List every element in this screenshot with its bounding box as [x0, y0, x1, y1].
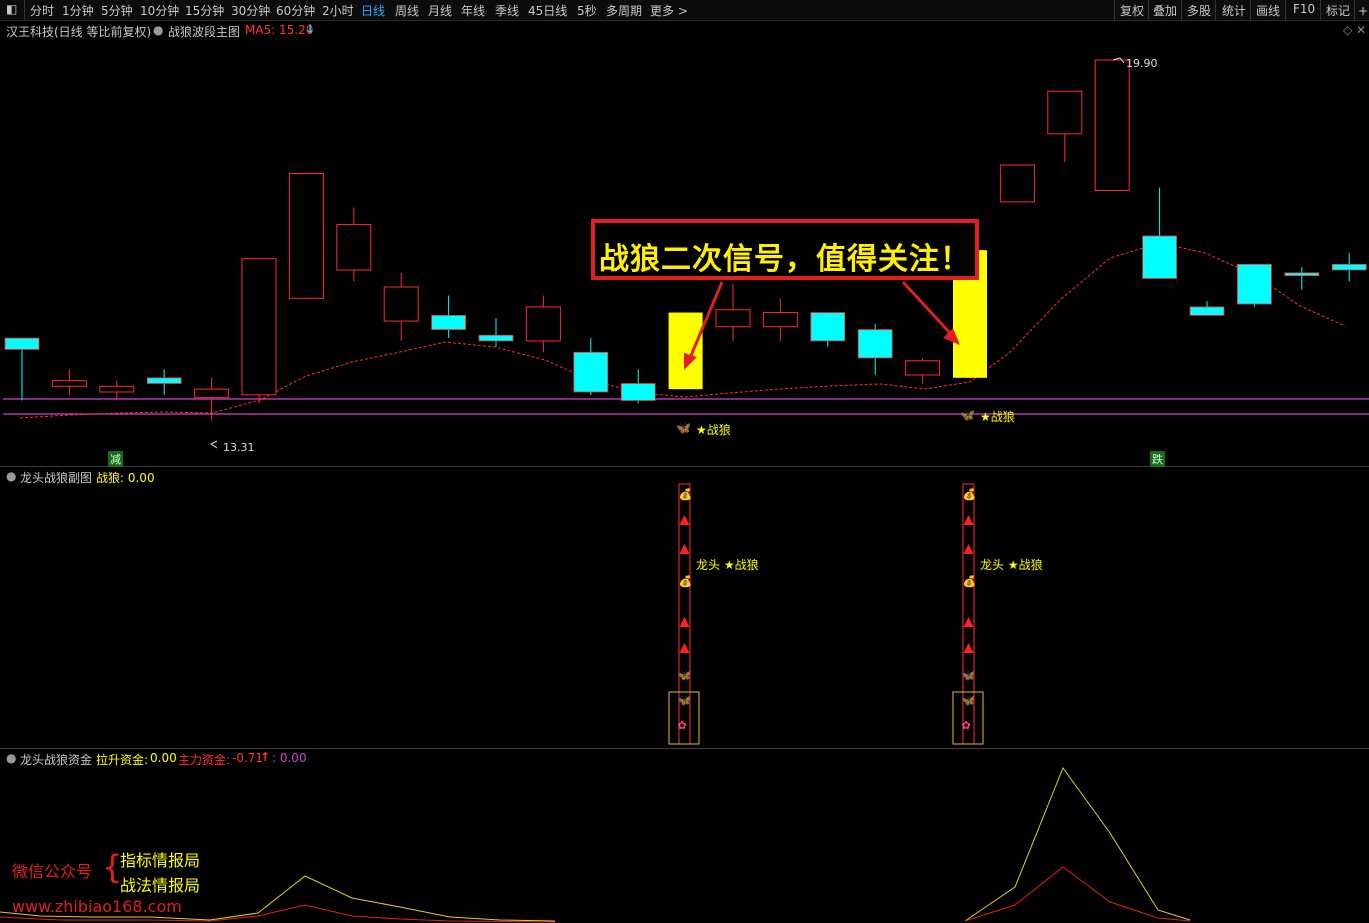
account-name-1: 指标情报局 — [120, 851, 201, 870]
candle-body[interactable] — [478, 334, 514, 342]
up-triangle-icon — [963, 544, 974, 554]
lift-fund-line-right — [964, 766, 1191, 922]
signal-label-1: ★战狼 — [696, 423, 731, 437]
candle-body[interactable] — [1237, 263, 1272, 305]
candle-body[interactable] — [336, 224, 372, 271]
candle-body[interactable] — [762, 312, 798, 328]
callout-arrow-right — [901, 280, 952, 335]
candle-body[interactable] — [383, 286, 419, 322]
sub-signal-text-1: 龙头 ★战狼 — [696, 558, 759, 572]
main-fund-arrow-icon: ↑ — [260, 750, 271, 764]
candle-body[interactable] — [573, 351, 609, 393]
sub-panel-menu-icon[interactable]: ● — [6, 469, 16, 483]
candle-body[interactable] — [99, 385, 135, 393]
signal-callout: 战狼二次信号，值得关注！ — [591, 219, 979, 280]
up-triangle-icon — [679, 544, 690, 554]
candle-body[interactable] — [241, 258, 277, 396]
main-fund-line-right — [964, 866, 1191, 922]
up-triangle-icon — [963, 515, 974, 525]
butterfly-icon: 🦋 — [962, 669, 976, 682]
candle-body[interactable] — [51, 380, 87, 387]
fund-panel-menu-icon[interactable]: ● — [6, 751, 16, 765]
wechat-label: 微信公众号 — [12, 862, 93, 881]
candle-body[interactable] — [857, 329, 893, 359]
candle-body[interactable] — [905, 360, 941, 376]
up-triangle-icon — [963, 617, 974, 627]
candle-body[interactable] — [431, 314, 467, 330]
candle-body[interactable] — [194, 388, 230, 399]
sub-panel-name[interactable]: 龙头战狼副图 — [20, 469, 92, 486]
candle-body[interactable] — [1047, 90, 1083, 135]
candle-body[interactable] — [1094, 59, 1130, 192]
candle-body[interactable] — [146, 377, 182, 384]
signal-label-2: ★战狼 — [980, 410, 1015, 424]
butterfly-icon: 🦋 — [678, 669, 692, 682]
money-bag-icon: 💰 — [679, 575, 693, 588]
money-bag-icon: 💰 — [963, 575, 977, 588]
up-triangle-icon — [679, 643, 690, 653]
up-triangle-icon — [679, 515, 690, 525]
candle-body[interactable] — [1189, 306, 1225, 316]
candle-body[interactable] — [715, 309, 751, 328]
flower-icon: ✿ — [962, 719, 971, 732]
up-triangle-icon — [679, 617, 690, 627]
fund-panel-name[interactable]: 龙头战狼资金 — [20, 751, 92, 768]
watermark-url: www.zhibiao168.com — [12, 897, 182, 916]
main-fund-label: 主力资金: — [178, 753, 231, 767]
low-marker: 13.31 — [210, 440, 255, 454]
callout-text: 战狼二次信号，值得关注！ — [599, 242, 971, 277]
high-price-label: 19.90 — [1126, 57, 1158, 70]
sub-panel-value: 战狼: 0.00 — [96, 471, 155, 485]
money-bag-icon: 💰 — [963, 488, 977, 501]
butterfly-icon: 🦋 — [962, 694, 976, 707]
reduce-tag: 减 — [108, 451, 123, 467]
butterfly-icon: 🦋 — [676, 421, 691, 435]
lift-fund-value: 0.00 — [150, 751, 177, 765]
candle-body[interactable] — [288, 173, 324, 299]
candle-body[interactable] — [999, 164, 1035, 203]
candle-body[interactable] — [1331, 263, 1367, 271]
candle-body[interactable] — [1142, 235, 1177, 279]
money-bag-icon: 💰 — [679, 488, 693, 501]
third-fund-label: : 0.00 — [272, 751, 307, 765]
lift-fund-label: 拉升资金: — [96, 753, 149, 767]
butterfly-icon: 🦋 — [960, 408, 975, 422]
candle-body[interactable] — [525, 306, 561, 342]
flower-icon: ✿ — [678, 719, 687, 732]
candle-body[interactable] — [1284, 272, 1320, 277]
low-price-label: 13.31 — [223, 441, 255, 454]
account-name-2: 战法情报局 — [120, 876, 201, 895]
candle-body[interactable] — [620, 383, 656, 401]
up-triangle-icon — [963, 643, 974, 653]
candle-body[interactable] — [668, 312, 703, 390]
fall-tag: 跌 — [1150, 451, 1165, 467]
candle-body[interactable] — [4, 337, 40, 350]
sub-signal-text-2: 龙头 ★战狼 — [980, 558, 1043, 572]
main-fund-value: -0.71 — [232, 751, 264, 765]
butterfly-icon: 🦋 — [678, 694, 692, 707]
candle-body[interactable] — [810, 312, 846, 342]
